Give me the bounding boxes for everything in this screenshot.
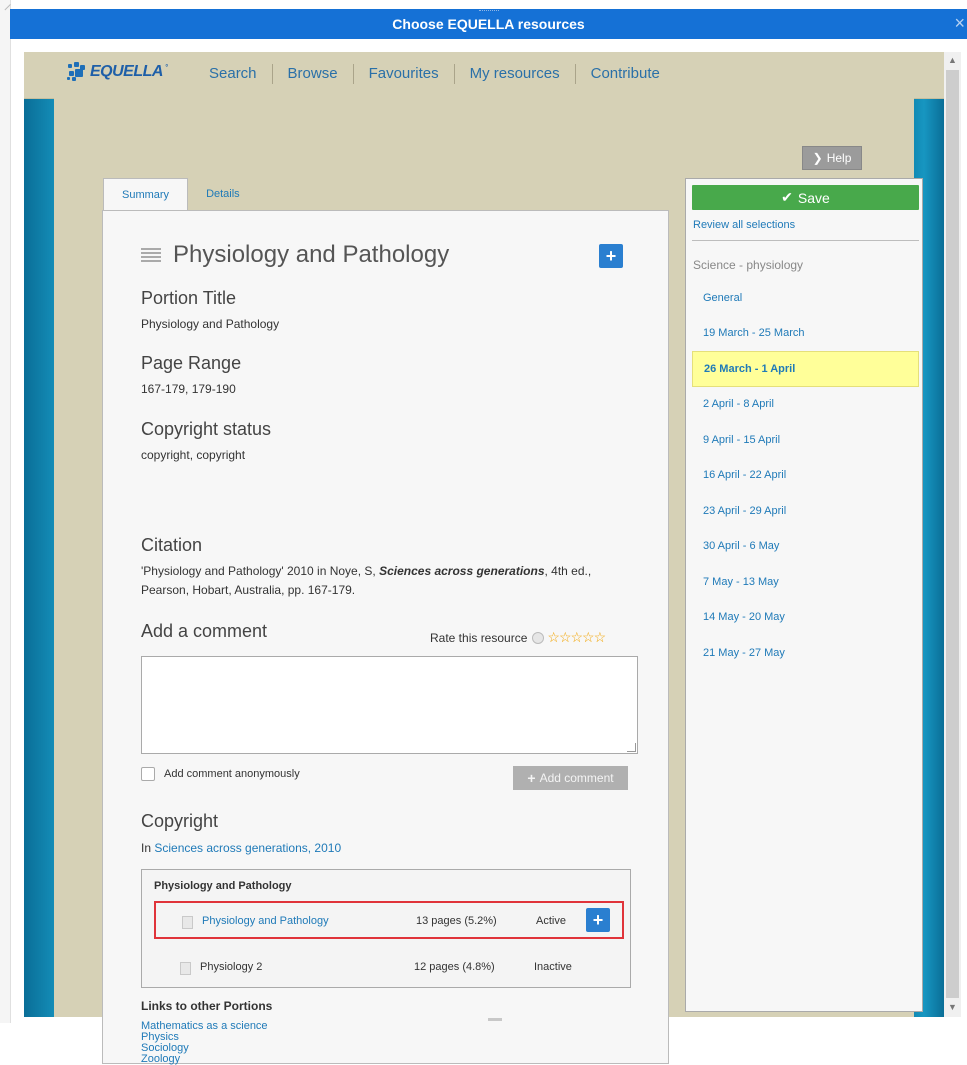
plus-icon: + [592, 910, 604, 930]
other-portions-heading: Links to other Portions [141, 999, 273, 1013]
portion-link[interactable]: Sociology [141, 1043, 268, 1054]
star-rating-icon[interactable]: ☆☆☆☆☆ [547, 629, 606, 646]
week-item[interactable]: 30 April - 6 May [692, 529, 919, 565]
week-item[interactable]: 14 May - 20 May [692, 600, 919, 636]
help-label: Help [826, 151, 852, 165]
portion-name: Physiology 2 [200, 961, 263, 973]
add-resource-button[interactable]: + [599, 244, 623, 268]
page-range-value: 167-179, 179-190 [141, 382, 236, 396]
review-selections-link[interactable]: Review all selections [693, 219, 795, 231]
portion-link[interactable]: Physics [141, 1032, 268, 1043]
portion-name-link[interactable]: Physiology and Pathology [202, 915, 329, 927]
clear-rating-icon[interactable] [532, 631, 545, 644]
dialog-title: Choose EQUELLA resources [392, 16, 585, 32]
divider [692, 240, 919, 241]
anonymous-option: Add comment anonymously [141, 767, 300, 781]
week-item[interactable]: 16 April - 22 April [692, 458, 919, 494]
top-navigation: EQUELLA ° Search Browse Favourites My resour… [24, 52, 944, 99]
copyright-source: In Sciences across generations, 2010 [141, 841, 341, 855]
course-name: Science - physiology [693, 258, 804, 272]
week-list: General 19 March - 25 March 26 March - 1 A… [692, 280, 919, 671]
add-comment-heading: Add a comment [141, 621, 268, 641]
citation-heading: Citation [141, 535, 203, 555]
portions-box: Physiology and Pathology Physiology and … [141, 869, 631, 988]
add-comment-button[interactable]: + Add comment [513, 766, 628, 790]
anonymous-label: Add comment anonymously [164, 768, 300, 780]
portion-pages: 12 pages (4.8%) [414, 961, 495, 973]
nav-browse[interactable]: Browse [273, 64, 354, 84]
week-item[interactable]: 7 May - 13 May [692, 564, 919, 600]
logo-text: EQUELLA [90, 63, 163, 80]
source-book-link[interactable]: Sciences across generations, 2010 [154, 841, 341, 855]
close-icon[interactable]: × [954, 13, 965, 34]
equella-logo[interactable]: EQUELLA ° [66, 62, 168, 82]
scrollbar-thumb[interactable] [946, 70, 959, 998]
resource-title: Physiology and Pathology [173, 241, 450, 268]
save-button[interactable]: ✔ Save [692, 185, 919, 210]
dialog-titlebar[interactable]: Choose EQUELLA resources × [10, 9, 967, 39]
bottom-resize-grip-icon[interactable] [488, 1018, 502, 1021]
portions-box-title: Physiology and Pathology [154, 880, 292, 892]
scroll-up-icon[interactable]: ▲ [948, 55, 957, 65]
nav-my-resources[interactable]: My resources [455, 64, 576, 84]
portion-row: Physiology 2 12 pages (4.8%) Inactive [154, 949, 624, 987]
content-area: ❯ Help Summary Details Physiology and Pa… [54, 98, 923, 1065]
tab-bar: Summary Details [103, 178, 258, 211]
nav-favourites[interactable]: Favourites [354, 64, 455, 84]
page-title: Physiology and Pathology [141, 241, 449, 269]
add-portion-button[interactable]: + [586, 908, 610, 932]
anonymous-checkbox[interactable] [141, 767, 155, 781]
citation-book-title: Sciences across generations [379, 564, 545, 578]
textarea-resize-handle[interactable] [627, 743, 636, 752]
app-frame: EQUELLA ° Search Browse Favourites My resour… [24, 52, 944, 1065]
portion-row: Physiology and Pathology 13 pages (5.2%)… [154, 901, 624, 939]
other-portions-list: Mathematics as a science Physics Sociolo… [141, 1021, 268, 1065]
plus-icon: + [605, 246, 617, 266]
scroll-down-icon[interactable]: ▼ [948, 1002, 957, 1012]
week-item[interactable]: General [692, 280, 919, 316]
selection-sidebar: ✔ Save Review all selections Science - p… [685, 178, 923, 1012]
add-comment-label: Add comment [539, 771, 614, 785]
copyright-heading: Copyright [141, 811, 219, 831]
portion-title-value: Physiology and Pathology [141, 317, 280, 331]
week-item[interactable]: 23 April - 29 April [692, 493, 919, 529]
summary-panel: Physiology and Pathology + Portion Title… [102, 210, 669, 1065]
copyright-status-value: copyright, copyright [141, 448, 246, 462]
nav-search[interactable]: Search [196, 64, 273, 84]
page-range-heading: Page Range [141, 353, 242, 373]
week-item[interactable]: 2 April - 8 April [692, 387, 919, 423]
portion-status: Inactive [534, 961, 572, 973]
portion-title-heading: Portion Title [141, 288, 237, 308]
portion-pages: 13 pages (5.2%) [416, 915, 497, 927]
save-label: Save [797, 189, 830, 206]
chevron-down-icon: ❯ [812, 151, 823, 165]
document-icon [180, 962, 191, 975]
week-item[interactable]: 9 April - 15 April [692, 422, 919, 458]
week-item[interactable]: 19 March - 25 March [692, 316, 919, 352]
comment-textarea[interactable] [141, 656, 638, 754]
main-nav: Search Browse Favourites My resources Contri… [196, 64, 675, 84]
rate-label: Rate this resource [430, 630, 528, 645]
week-item[interactable]: 26 March - 1 April [692, 351, 919, 387]
citation-text: 'Physiology and Pathology' 2010 in Noye,… [141, 562, 611, 600]
drag-grip-icon[interactable] [478, 10, 499, 14]
copyright-in-prefix: In [141, 841, 155, 855]
copyright-status-heading: Copyright status [141, 419, 272, 439]
portion-link[interactable]: Zoology [141, 1054, 268, 1065]
checkmark-icon: ✔ [781, 189, 793, 205]
tab-summary[interactable]: Summary [103, 178, 189, 211]
rating-widget: Rate this resource ☆☆☆☆☆ [430, 629, 606, 646]
portion-status: Active [536, 915, 566, 927]
logo-dots-icon [66, 62, 88, 82]
week-item[interactable]: 21 May - 27 May [692, 635, 919, 671]
window-left-edge [0, 0, 17, 1023]
vertical-scrollbar[interactable]: ▲ ▼ [944, 52, 961, 1017]
list-icon [141, 248, 161, 262]
plus-icon: + [527, 770, 536, 786]
nav-contribute[interactable]: Contribute [576, 64, 675, 84]
help-button[interactable]: ❯ Help [802, 146, 862, 170]
citation-pre: 'Physiology and Pathology' 2010 in Noye,… [141, 564, 380, 578]
tab-details[interactable]: Details [188, 178, 258, 210]
document-icon [182, 916, 193, 929]
